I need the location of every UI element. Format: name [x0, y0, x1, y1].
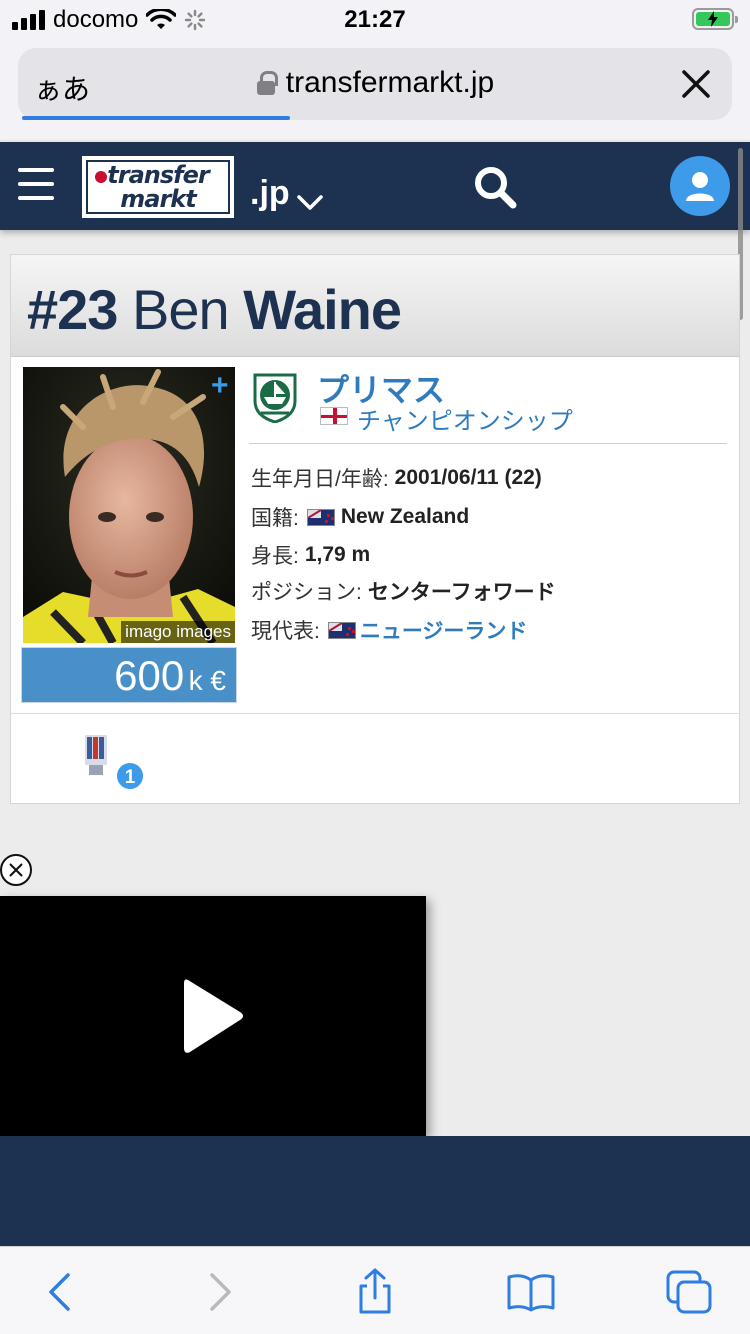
- share-icon: [359, 1268, 391, 1314]
- play-icon[interactable]: [182, 976, 244, 1056]
- player-profile-card: #23 Ben Waine imago images + 600 k € プリマ…: [10, 254, 740, 804]
- new-zealand-flag-icon: [306, 508, 335, 526]
- achievement-badge-icon[interactable]: [81, 733, 113, 781]
- share-button[interactable]: [350, 1267, 400, 1317]
- search-icon[interactable]: [472, 164, 518, 210]
- player-first-name: Ben: [132, 278, 230, 341]
- close-icon[interactable]: [678, 66, 714, 102]
- player-photo[interactable]: imago images: [23, 367, 235, 643]
- forward-button[interactable]: [196, 1267, 246, 1317]
- site-header: transfer markt .jp: [0, 142, 750, 230]
- england-flag-icon: [320, 407, 348, 425]
- player-number: #23: [27, 278, 118, 341]
- site-logo[interactable]: transfer markt: [82, 156, 234, 218]
- national-team-link[interactable]: ニュージーランド: [360, 615, 528, 645]
- logo-ball-icon: [95, 171, 107, 183]
- charging-bolt-icon: [708, 11, 718, 27]
- national-team-row: 現代表: ニュージーランド: [251, 615, 527, 645]
- new-zealand-flag-icon: [327, 621, 356, 639]
- url-text[interactable]: transfermarkt.jp: [286, 66, 494, 100]
- chevron-left-icon: [49, 1273, 70, 1311]
- browser-address-area: ぁあ transfermarkt.jp: [0, 40, 750, 140]
- birth-value: 2001/06/11 (22): [394, 466, 542, 489]
- position-row: ポジション: センターフォワード: [251, 576, 556, 606]
- divider: [249, 443, 727, 444]
- nationality-label: 国籍:: [251, 507, 299, 530]
- domain-selector-label[interactable]: .jp: [250, 174, 290, 213]
- market-value-number: 600: [114, 652, 185, 699]
- height-value: 1,79 m: [304, 543, 371, 566]
- club-crest-icon[interactable]: [251, 371, 299, 423]
- photo-credit: imago images: [121, 621, 235, 643]
- page-load-progress: [22, 116, 290, 120]
- height-row: 身長: 1,79 m: [251, 540, 370, 570]
- birth-label: 生年月日/年齢:: [251, 468, 389, 491]
- status-time: 21:27: [344, 6, 406, 33]
- ad-close-button[interactable]: [0, 854, 32, 886]
- league-name-link[interactable]: チャンピオンシップ: [357, 401, 573, 436]
- user-icon: [686, 172, 714, 201]
- nationality-value: New Zealand: [340, 505, 470, 528]
- address-bar[interactable]: ぁあ transfermarkt.jp: [18, 48, 732, 120]
- logo-text-line1: transfer: [107, 161, 209, 189]
- chevron-right-icon: [210, 1273, 231, 1311]
- logo-text-line2: markt: [120, 185, 196, 213]
- market-value-unit: k €: [188, 665, 226, 696]
- badge-count: 1: [115, 761, 145, 791]
- tabs-button[interactable]: [664, 1267, 714, 1317]
- tabs-icon: [666, 1270, 712, 1314]
- height-label: 身長:: [251, 545, 299, 568]
- close-icon: [9, 863, 23, 877]
- position-value: センターフォワード: [367, 581, 556, 604]
- player-title: #23 Ben Waine: [27, 277, 402, 342]
- status-bar: docomo 21:27: [0, 0, 750, 40]
- market-value-box[interactable]: 600 k €: [21, 647, 237, 703]
- battery-icon: [692, 8, 738, 30]
- hamburger-menu-icon[interactable]: [18, 168, 54, 200]
- site-footer-band: [0, 1136, 750, 1246]
- lock-icon: [256, 71, 278, 95]
- plus-icon[interactable]: +: [211, 371, 229, 401]
- chevron-down-icon[interactable]: [296, 194, 324, 212]
- player-header: #23 Ben Waine: [11, 255, 739, 357]
- browser-toolbar: [0, 1246, 750, 1334]
- national-team-label: 現代表:: [251, 620, 320, 643]
- card-divider: [11, 713, 739, 714]
- player-portrait: [23, 367, 235, 643]
- player-last-name: Waine: [243, 278, 402, 341]
- nationality-row: 国籍: New Zealand: [251, 502, 469, 532]
- book-icon: [507, 1274, 555, 1312]
- bookmarks-button[interactable]: [506, 1267, 556, 1317]
- user-account-button[interactable]: [670, 156, 730, 216]
- birth-row: 生年月日/年齢: 2001/06/11 (22): [251, 463, 542, 493]
- position-label: ポジション:: [251, 581, 362, 604]
- back-button[interactable]: [34, 1267, 84, 1317]
